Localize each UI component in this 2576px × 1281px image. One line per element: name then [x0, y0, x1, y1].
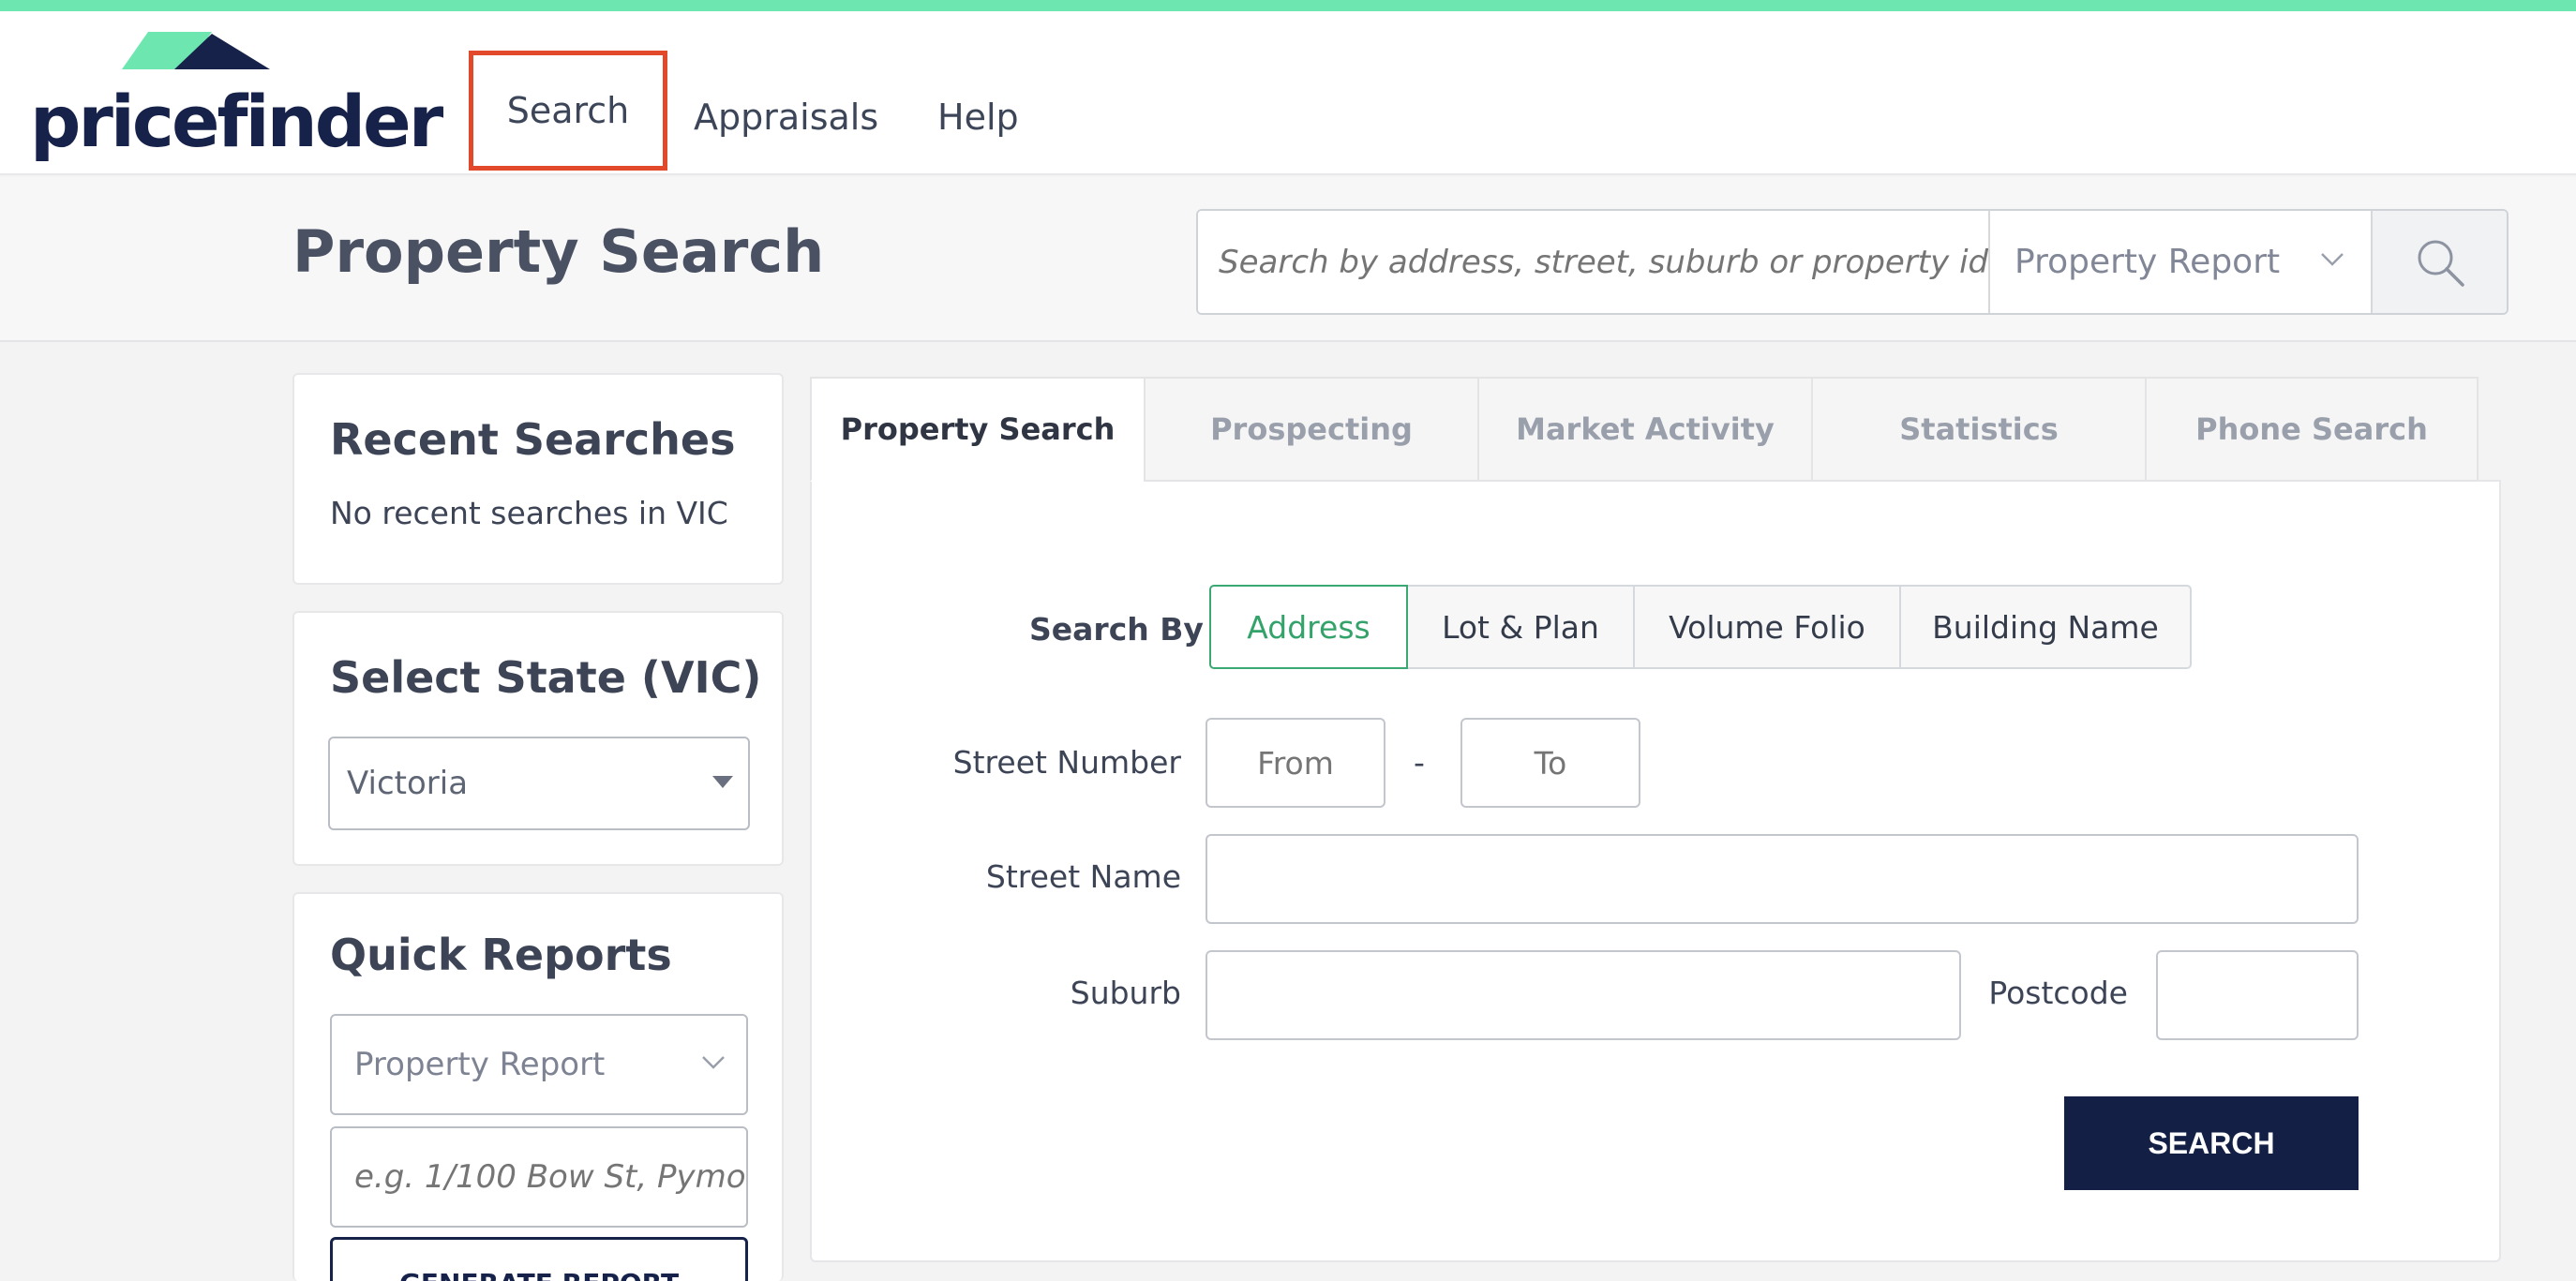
tab-property-search[interactable]: Property Search [810, 377, 1144, 482]
search-submit-button[interactable]: SEARCH [2064, 1096, 2359, 1190]
chevron-down-icon [2321, 253, 2344, 266]
nav-appraisals[interactable]: Appraisals [694, 70, 878, 164]
search-tabs: Property Search Prospecting Market Activ… [810, 377, 2479, 482]
tab-statistics[interactable]: Statistics [1811, 377, 2145, 482]
state-select[interactable]: Victoria [328, 737, 750, 830]
range-dash: - [1414, 744, 1425, 781]
tab-market-activity[interactable]: Market Activity [1477, 377, 1811, 482]
app-header: pricefinder Search Appraisals Help [0, 11, 2576, 175]
search-icon [2418, 240, 2464, 287]
report-type-value: Property Report [2014, 243, 2281, 281]
street-name-input[interactable] [1206, 834, 2359, 924]
page-title: Property Search [292, 217, 825, 286]
street-name-label: Street Name [985, 858, 1181, 895]
recent-searches-empty: No recent searches in VIC [330, 495, 728, 531]
state-select-value: Victoria [347, 765, 469, 802]
generate-report-button[interactable]: GENERATE REPORT [330, 1237, 748, 1281]
recent-searches-card: Recent Searches No recent searches in VI… [292, 373, 784, 585]
global-search-button[interactable] [2373, 211, 2507, 313]
search-by-address[interactable]: Address [1209, 585, 1408, 669]
select-state-card: Select State (VIC) Victoria [292, 611, 784, 866]
select-state-title: Select State (VIC) [330, 652, 762, 703]
tab-phone-search[interactable]: Phone Search [2145, 377, 2479, 482]
search-by-toggle: Address Lot & Plan Volume Folio Building… [1209, 585, 2192, 669]
recent-searches-title: Recent Searches [330, 414, 736, 465]
quick-reports-card: Quick Reports Property Report GENERATE R… [292, 892, 784, 1281]
search-by-building-name[interactable]: Building Name [1901, 585, 2192, 669]
street-number-to-input[interactable] [1460, 718, 1640, 808]
nav-search[interactable]: Search [469, 51, 667, 171]
postcode-label: Postcode [1988, 975, 2128, 1011]
search-by-label: Search By [1029, 611, 1204, 648]
search-by-volume-folio[interactable]: Volume Folio [1635, 585, 1901, 669]
nav-help[interactable]: Help [937, 70, 1019, 164]
top-accent-bar [0, 0, 2576, 11]
street-number-from-input[interactable] [1206, 718, 1385, 808]
caret-down-icon [712, 776, 733, 788]
postcode-input[interactable] [2156, 950, 2359, 1040]
quick-report-type-select[interactable]: Property Report [330, 1014, 748, 1115]
suburb-input[interactable] [1206, 950, 1961, 1040]
global-search-bar: Property Report [1196, 209, 2509, 315]
street-number-label: Street Number [952, 744, 1181, 781]
quick-report-address-input[interactable] [330, 1126, 748, 1228]
pricefinder-logo[interactable]: pricefinder [30, 32, 443, 177]
tab-prospecting[interactable]: Prospecting [1144, 377, 1477, 482]
report-type-select[interactable]: Property Report [1990, 211, 2373, 313]
logo-wordmark: pricefinder [30, 80, 443, 163]
chevron-down-icon [702, 1056, 725, 1069]
global-search-input[interactable] [1198, 211, 1990, 313]
quick-report-type-value: Property Report [354, 1046, 606, 1083]
suburb-label: Suburb [1070, 975, 1181, 1011]
roof-logo-icon [122, 32, 270, 69]
search-by-lot-plan[interactable]: Lot & Plan [1408, 585, 1635, 669]
quick-reports-title: Quick Reports [330, 930, 672, 980]
